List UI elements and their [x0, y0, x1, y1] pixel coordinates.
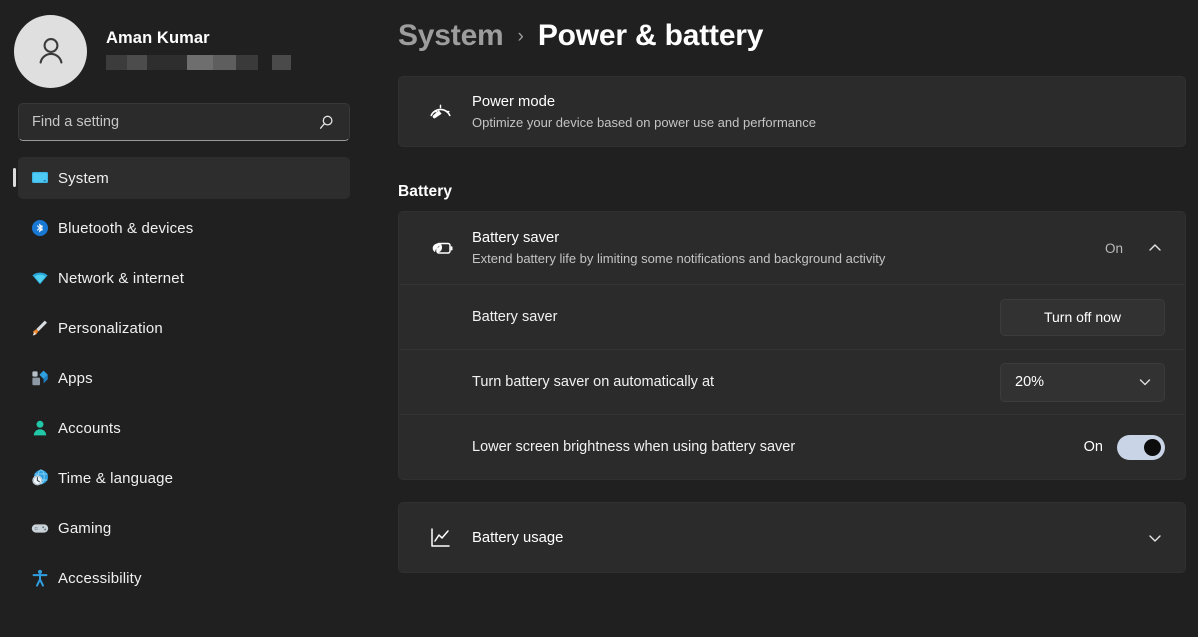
sidebar-item-time-language[interactable]: Time & language: [18, 457, 350, 499]
sidebar-item-label: Personalization: [58, 319, 163, 337]
sidebar-item-label: Accessibility: [58, 569, 142, 587]
person-icon: [39, 38, 62, 64]
sidebar-item-gaming[interactable]: Gaming: [18, 507, 350, 549]
account-icon: [29, 417, 51, 439]
sidebar-item-apps[interactable]: Apps: [18, 357, 350, 399]
battery-saver-text: Battery saver Extend battery life by lim…: [463, 228, 1105, 268]
redacted-block: [147, 55, 187, 70]
breadcrumb-separator: ›: [517, 26, 524, 47]
power-mode-subtitle: Optimize your device based on power use …: [472, 114, 816, 130]
sidebar-item-accounts[interactable]: Accounts: [18, 407, 350, 449]
profile-text: Aman Kumar: [106, 28, 291, 70]
auto-threshold-value: 20%: [1015, 374, 1045, 390]
sidebar-item-label: Bluetooth & devices: [58, 219, 194, 237]
apps-icon: [29, 367, 51, 389]
redacted-block: [187, 55, 213, 70]
battery-usage-text: Battery usage: [463, 528, 1139, 548]
auto-threshold-dropdown[interactable]: 20%: [1000, 362, 1165, 402]
power-mode-card[interactable]: Power mode Optimize your device based on…: [398, 76, 1186, 147]
redacted-block: [272, 55, 291, 70]
battery-saver-header[interactable]: Battery saver Extend battery life by lim…: [399, 212, 1185, 284]
battery-usage-card[interactable]: Battery usage: [398, 502, 1186, 573]
search-icon[interactable]: [318, 114, 335, 136]
breadcrumb: System › Power & battery: [398, 0, 1198, 58]
sidebar-item-network-internet[interactable]: Network & internet: [18, 257, 350, 299]
user-profile[interactable]: Aman Kumar: [0, 0, 368, 88]
sidebar-item-personalization[interactable]: Personalization: [18, 307, 350, 349]
search-container: [0, 103, 368, 141]
battery-saver-toggle-row: Battery saver Turn off now: [399, 284, 1185, 349]
breadcrumb-parent[interactable]: System: [398, 19, 504, 53]
sidebar: Aman Kumar System Bluetooth & devices Netw…: [0, 0, 368, 637]
speedometer-icon: [417, 98, 463, 125]
avatar: [14, 14, 87, 88]
battery-saver-title: Battery saver: [472, 230, 560, 246]
auto-threshold-row: Turn battery saver on automatically at 2…: [399, 349, 1185, 414]
bluetooth-icon: [29, 217, 51, 239]
lower-brightness-toggle-wrap: On: [1083, 434, 1165, 460]
sidebar-item-label: Accounts: [58, 419, 121, 437]
search-input[interactable]: [32, 114, 336, 130]
profile-name: Aman Kumar: [106, 29, 210, 47]
settings-window: Aman Kumar System Bluetooth & devices Netw…: [0, 0, 1198, 637]
sidebar-item-label: System: [58, 169, 109, 187]
battery-saver-state: On: [1104, 240, 1123, 256]
settings-cards: Power mode Optimize your device based on…: [398, 76, 1186, 573]
accessibility-icon: [29, 567, 51, 589]
power-mode-text: Power mode Optimize your device based on…: [463, 92, 1185, 132]
power-mode-title: Power mode: [472, 93, 556, 110]
lower-brightness-label: Lower screen brightness when using batte…: [472, 439, 796, 455]
sidebar-nav: System Bluetooth & devices Network & inter…: [0, 157, 368, 599]
redacted-block: [236, 55, 258, 70]
sidebar-item-system[interactable]: System: [13, 157, 350, 199]
chevron-up-icon[interactable]: [1139, 240, 1171, 256]
battery-saver-icon: [417, 234, 463, 262]
lower-brightness-state: On: [1083, 439, 1103, 455]
sidebar-item-label: Time & language: [58, 469, 174, 487]
sidebar-item-accessibility[interactable]: Accessibility: [18, 557, 350, 599]
redacted-block: [127, 55, 147, 70]
chevron-down-icon[interactable]: [1139, 530, 1171, 546]
battery-usage-title: Battery usage: [472, 529, 564, 546]
turn-off-now-button[interactable]: Turn off now: [1000, 298, 1165, 336]
lower-brightness-toggle[interactable]: [1117, 434, 1165, 460]
battery-section-label: Battery: [398, 183, 453, 200]
gamepad-icon: [29, 517, 51, 539]
main-content: System › Power & battery Power mode Opti…: [368, 0, 1198, 637]
redacted-block: [213, 55, 236, 70]
monitor-icon: [29, 167, 51, 189]
sidebar-item-bluetooth-devices[interactable]: Bluetooth & devices: [18, 207, 350, 249]
sidebar-item-label: Apps: [58, 369, 93, 387]
clock-globe-icon: [29, 467, 51, 489]
battery-saver-card: Battery saver Extend battery life by lim…: [398, 211, 1186, 480]
wifi-icon: [29, 267, 51, 289]
sidebar-item-label: Network & internet: [58, 269, 185, 287]
lower-brightness-row: Lower screen brightness when using batte…: [399, 414, 1185, 479]
redacted-block: [258, 55, 272, 70]
battery-saver-subtitle: Extend battery life by limiting some not…: [472, 251, 886, 266]
redacted-block: [106, 55, 127, 70]
battery-saver-row-label: Battery saver: [472, 309, 558, 325]
chart-line-icon: [417, 525, 463, 551]
auto-threshold-label: Turn battery saver on automatically at: [472, 374, 715, 390]
search-box[interactable]: [18, 103, 350, 141]
chevron-down-icon: [1139, 379, 1151, 386]
page-title: Power & battery: [537, 19, 764, 52]
paintbrush-icon: [29, 317, 51, 339]
sidebar-item-label: Gaming: [58, 519, 112, 537]
profile-email-redacted: [106, 55, 291, 70]
